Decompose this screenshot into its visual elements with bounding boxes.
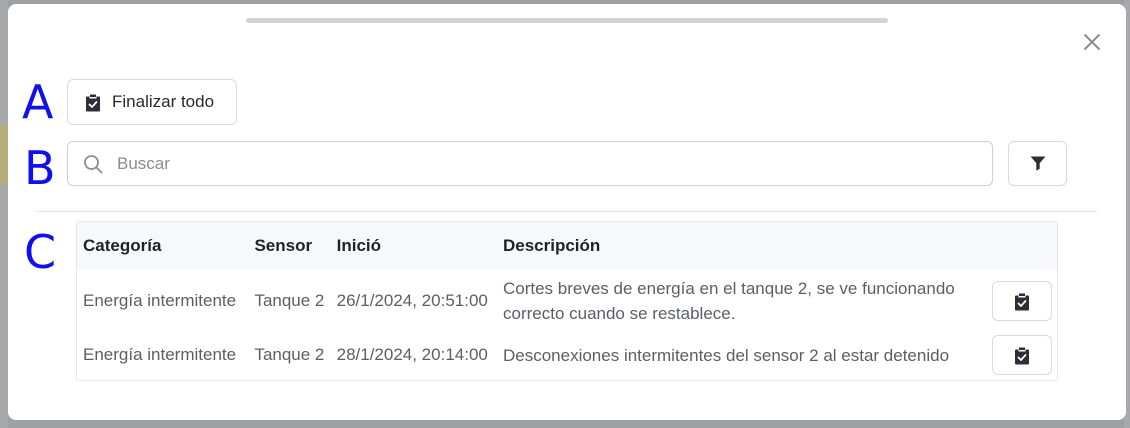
cell-actions <box>980 269 1057 333</box>
finalize-row-button[interactable] <box>992 281 1052 321</box>
cell-description: Cortes breves de energía en el tanque 2,… <box>502 279 955 323</box>
search-field[interactable] <box>67 141 993 186</box>
filter-icon <box>1030 156 1045 171</box>
finalize-all-label: Finalizar todo <box>112 92 215 111</box>
divider <box>37 211 1097 212</box>
drag-handle[interactable] <box>246 18 888 23</box>
issues-table: Categoría Sensor Inició Descripción Ener… <box>76 221 1058 381</box>
filter-button[interactable] <box>1008 141 1067 186</box>
cell-actions <box>980 333 1057 377</box>
close-icon <box>1084 34 1100 50</box>
finalize-all-button[interactable]: Finalizar todo <box>67 79 237 125</box>
finalize-row-button[interactable] <box>992 335 1052 375</box>
clipboard-check-icon <box>1015 293 1029 310</box>
annotation-marker-c: C <box>24 225 57 279</box>
modal-dialog: A B C Finalizar todo Categoría Sensor <box>8 4 1126 420</box>
column-header-description: Descripción <box>502 235 601 255</box>
column-header-category: Categoría <box>83 235 162 255</box>
search-icon <box>84 154 103 173</box>
search-input[interactable] <box>115 152 939 175</box>
cell-description: Desconexiones intermitentes del sensor 2… <box>502 345 950 365</box>
column-header-actions <box>980 222 1057 269</box>
column-header-started: Inició <box>336 235 382 255</box>
annotation-marker-b: B <box>24 141 56 195</box>
background-page-left <box>0 0 8 428</box>
background-highlight <box>0 125 8 185</box>
cell-category: Energía intermitente <box>83 291 237 310</box>
table-header-row: Categoría Sensor Inició Descripción <box>77 222 1057 269</box>
clipboard-check-icon <box>86 94 100 111</box>
table-row: Energía intermitente Tanque 2 28/1/2024,… <box>77 333 1057 377</box>
cell-sensor: Tanque 2 <box>254 291 325 310</box>
cell-started: 26/1/2024, 20:51:00 <box>336 291 488 310</box>
clipboard-check-icon <box>1015 347 1029 364</box>
annotation-marker-a: A <box>22 75 54 129</box>
cell-started: 28/1/2024, 20:14:00 <box>336 345 488 364</box>
close-button[interactable] <box>1078 28 1106 56</box>
cell-sensor: Tanque 2 <box>254 345 325 364</box>
cell-category: Energía intermitente <box>83 345 237 364</box>
column-header-sensor: Sensor <box>254 235 313 255</box>
table-row: Energía intermitente Tanque 2 26/1/2024,… <box>77 269 1057 333</box>
